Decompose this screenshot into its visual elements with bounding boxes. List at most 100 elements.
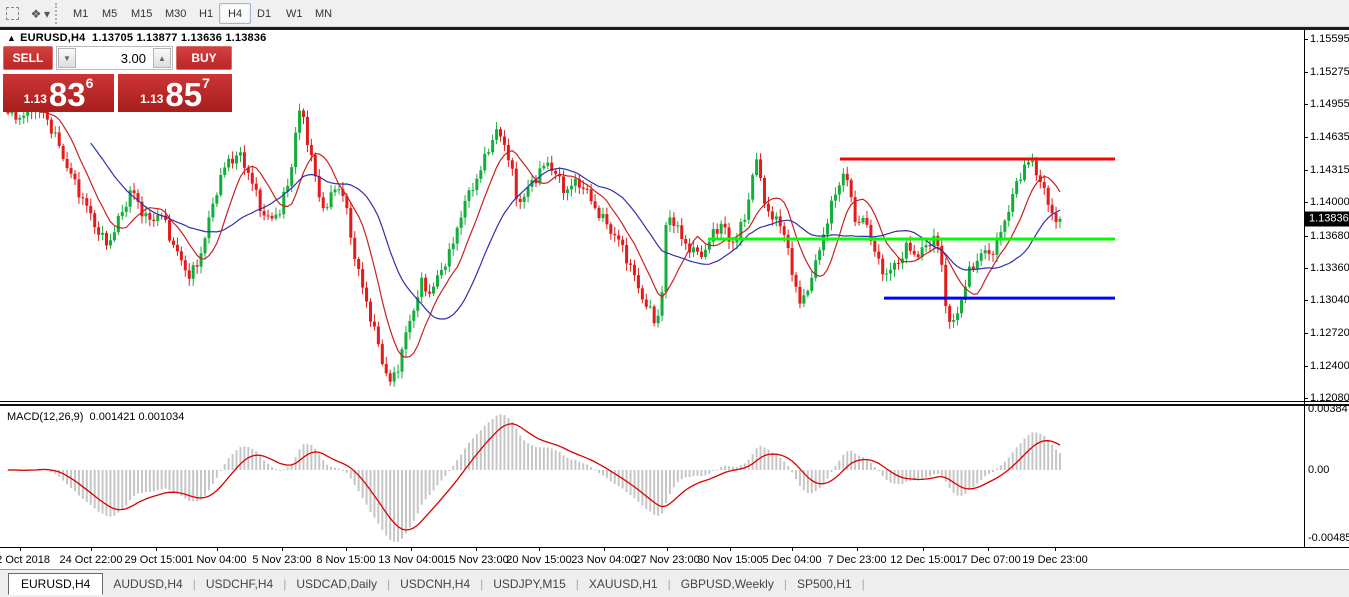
chart-tab-xauusd[interactable]: XAUUSD,H1 (579, 575, 668, 593)
sell-price-pip: 6 (85, 75, 94, 91)
time-tick (923, 547, 924, 551)
time-tick-label: 20 Nov 15:00 (506, 554, 572, 566)
dropdown-caret-icon[interactable]: ▾ (42, 4, 52, 23)
time-tick-label: 23 Nov 04:00 (571, 554, 637, 566)
volume-increase-button[interactable]: ▲ (153, 48, 171, 68)
top-toolbar: ❖ ▾ M1 M5 M15 M30 H1 H4 D1 W1 MN (0, 0, 1349, 27)
time-tick-label: 5 Nov 23:00 (252, 554, 312, 566)
price-tick-label: 1.13040 (1304, 294, 1349, 306)
buy-price-panel[interactable]: 1.13 85 7 (118, 74, 232, 112)
symbol-header: ▲ EURUSD,H4 1.13705 1.13877 1.13636 1.138… (7, 32, 266, 44)
time-tick (792, 547, 793, 551)
macd-indicator-label: MACD(12,26,9) 0.001421 0.001034 (7, 411, 184, 423)
time-tick (604, 547, 605, 551)
time-tick-label: 13 Nov 04:00 (378, 554, 444, 566)
time-tick (411, 547, 412, 551)
one-click-trading-widget: SELL ▼ 3.00 ▲ BUY 1.13 83 6 1.13 85 7 (3, 46, 232, 112)
chart-tab-usdjpy[interactable]: USDJPY,M15 (483, 575, 575, 593)
buy-price-prefix: 1.13 (140, 92, 164, 106)
sell-price-panel[interactable]: 1.13 83 6 (3, 74, 114, 112)
terminal-window: ❖ ▾ M1 M5 M15 M30 H1 H4 D1 W1 MN ▲ EURUSD,H4 1.13… (0, 0, 1349, 597)
time-tick-label: 15 Nov 23:00 (443, 554, 509, 566)
collapse-triangle-icon[interactable]: ▲ (7, 33, 16, 43)
price-tick-label: 1.12720 (1304, 327, 1349, 339)
price-tick-label: 1.13360 (1304, 262, 1349, 274)
time-axis: 22 Oct 2018 24 Oct 22:0029 Oct 15:001 Nov… (0, 547, 1349, 569)
time-tick (667, 547, 668, 551)
price-tick-label: 1.14315 (1304, 164, 1349, 176)
macd-values: 0.001421 0.001034 (89, 411, 185, 423)
volume-spinner: ▼ 3.00 ▲ (56, 46, 173, 70)
time-tick-label: 12 Dec 15:00 (890, 554, 956, 566)
time-tick-label: 5 Dec 04:00 (762, 554, 822, 566)
price-tick-label: 1.14635 (1304, 131, 1349, 143)
macd-tick-label: -0.004856 (1308, 532, 1349, 544)
chart-region: ▲ EURUSD,H4 1.13705 1.13877 1.13636 1.138… (0, 30, 1349, 569)
price-tick-label: 1.15595 (1304, 33, 1349, 45)
volume-value[interactable]: 3.00 (77, 47, 152, 69)
buy-button[interactable]: BUY (176, 46, 232, 70)
timeframe-button-d1[interactable]: D1 (248, 3, 280, 24)
chart-tab-usdcnh[interactable]: USDCNH,H4 (390, 575, 480, 593)
time-tick (476, 547, 477, 551)
chart-tab-audusd[interactable]: AUDUSD,H4 (103, 575, 192, 593)
panel-splitter[interactable] (0, 401, 1349, 402)
time-tick (857, 547, 858, 551)
time-tick-label: 29 Oct 15:00 (124, 554, 188, 566)
sell-button[interactable]: SELL (3, 46, 53, 70)
time-tick-label: 17 Dec 07:00 (955, 554, 1021, 566)
price-tick-label: 1.15275 (1304, 66, 1349, 78)
time-tick-label: 8 Nov 15:00 (316, 554, 376, 566)
chart-tab-sp500[interactable]: SP500,H1 (787, 575, 862, 593)
price-axis-border (1304, 30, 1305, 547)
time-tick (539, 547, 540, 551)
macd-tick-label: 0.00 (1308, 464, 1330, 476)
sell-price-big: 83 (48, 75, 86, 113)
time-tick-label: 19 Dec 23:00 (1022, 554, 1088, 566)
chart-tab-eurusd[interactable]: EURUSD,H4 (8, 572, 104, 595)
chart-tab-gbpusd[interactable]: GBPUSD,Weekly (671, 575, 784, 593)
ohlc-close: 1.13836 (225, 32, 267, 44)
ohlc-open: 1.13705 (92, 32, 134, 44)
price-tick-label: 1.13680 (1304, 230, 1349, 242)
timeframe-button-mn[interactable]: MN (306, 3, 341, 24)
time-tick (988, 547, 989, 551)
fast-ma (39, 111, 1061, 358)
slow-ma (90, 142, 1061, 320)
time-tick-label: 7 Dec 23:00 (827, 554, 887, 566)
macd-tick-label: 0.003847 (1308, 403, 1349, 415)
time-tick (346, 547, 347, 551)
time-tick-label: 1 Nov 04:00 (187, 554, 247, 566)
symbol-name: EURUSD,H4 (20, 32, 86, 44)
time-tick-label: 24 Oct 22:00 (59, 554, 123, 566)
sell-price-prefix: 1.13 (23, 92, 47, 106)
time-tick (282, 547, 283, 551)
price-tick-label: 1.12400 (1304, 360, 1349, 372)
toolbar-grip (55, 3, 60, 24)
volume-decrease-button[interactable]: ▼ (58, 48, 76, 68)
macd-name: MACD(12,26,9) (7, 411, 84, 423)
time-tick-label: 22 Oct 2018 (0, 554, 50, 566)
time-tick (217, 547, 218, 551)
chart-tab-usdchf[interactable]: USDCHF,H4 (196, 575, 283, 593)
time-tick (730, 547, 731, 551)
price-tick-label: 1.14955 (1304, 98, 1349, 110)
buy-price-pip: 7 (202, 75, 210, 91)
select-rect-icon[interactable] (2, 4, 22, 23)
time-tick (91, 547, 92, 551)
panel-splitter-lower[interactable] (0, 404, 1349, 406)
price-tick-label: 1.14000 (1304, 196, 1349, 208)
time-tick (156, 547, 157, 551)
time-tick-label: 27 Nov 23:00 (634, 554, 700, 566)
time-tick (1055, 547, 1056, 551)
ohlc-high: 1.13877 (136, 32, 178, 44)
chart-tab-bar: EURUSD,H4 AUDUSD,H4 | USDCHF,H4 | USDCAD,Dail… (0, 569, 1349, 597)
timeframe-button-h4[interactable]: H4 (219, 3, 252, 24)
chart-tab-usdcad[interactable]: USDCAD,Daily (286, 575, 387, 593)
time-tick (20, 547, 21, 551)
time-tick-label: 30 Nov 15:00 (697, 554, 763, 566)
ohlc-low: 1.13636 (180, 32, 223, 44)
current-price-badge: 1.13836 (1305, 211, 1349, 227)
timeframe-button-h1[interactable]: H1 (190, 3, 222, 24)
buy-price-big: 85 (165, 75, 203, 113)
